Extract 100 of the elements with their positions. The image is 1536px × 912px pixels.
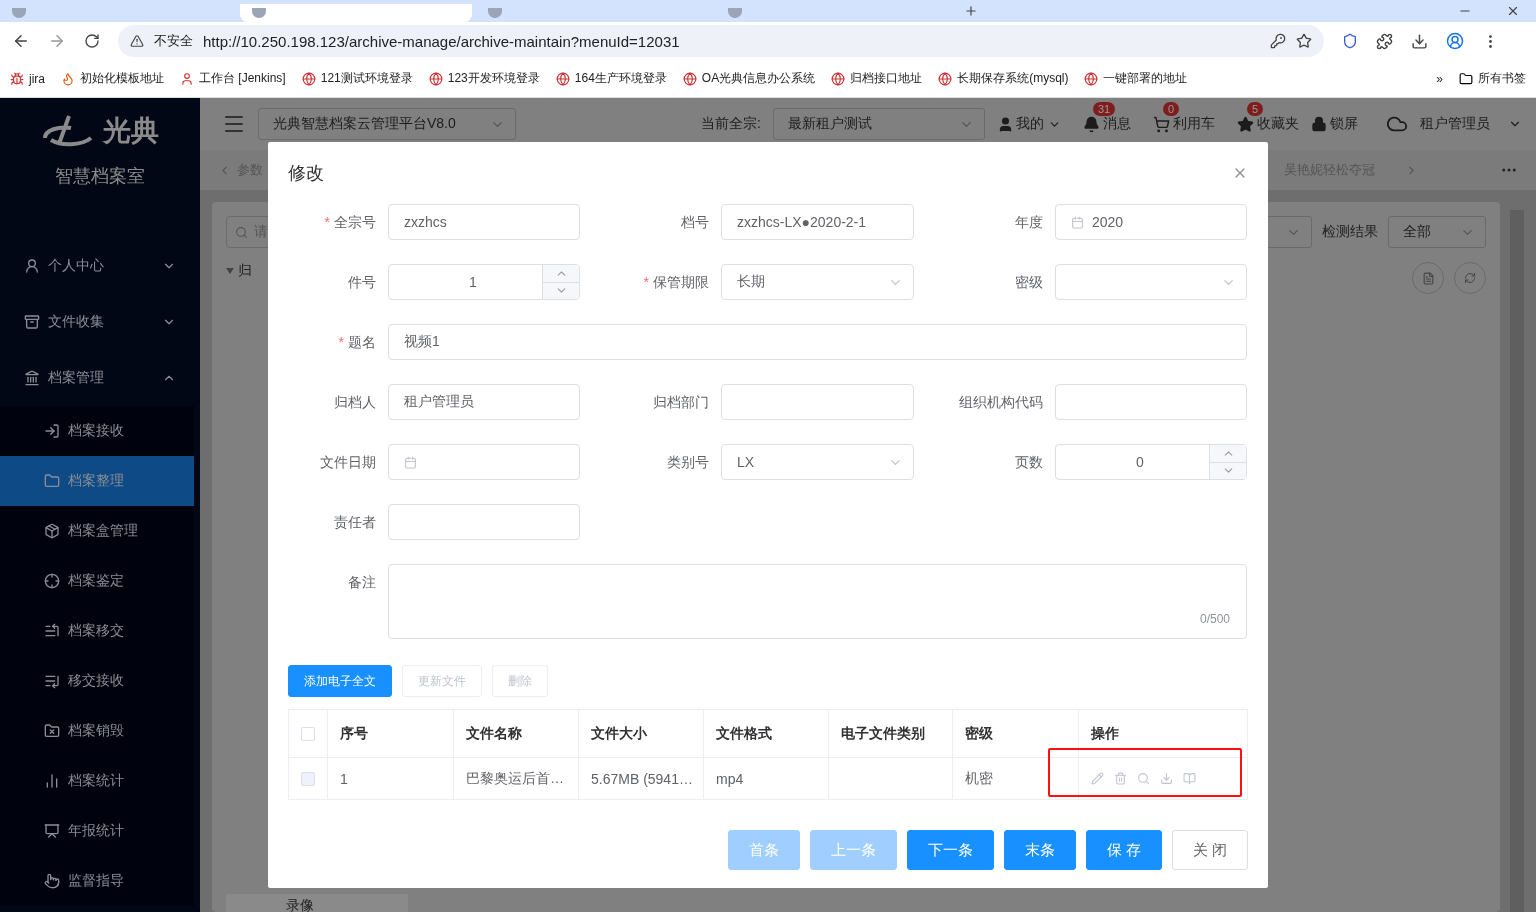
bell-icon[interactable] <box>1083 115 1100 133</box>
bookmark[interactable]: 归档接口地址 <box>850 70 923 87</box>
checkbox[interactable] <box>301 726 315 741</box>
bug-icon[interactable] <box>10 71 24 86</box>
globe-icon[interactable] <box>831 71 846 86</box>
bookmark[interactable]: 123开发环境登录 <box>447 70 540 87</box>
sidebar-subitem[interactable]: 档案统计 <box>0 756 194 806</box>
number-field[interactable]: 1 <box>388 264 580 300</box>
tab-favicon-icon[interactable] <box>252 8 266 18</box>
globe-icon[interactable] <box>682 71 697 86</box>
filter-select[interactable]: 全部 <box>1388 216 1486 248</box>
new-tab-icon[interactable] <box>964 4 978 18</box>
column-header: 序号 <box>327 710 453 757</box>
star-icon[interactable] <box>1237 115 1254 133</box>
forward-icon[interactable] <box>48 32 66 50</box>
tab-favicon-icon[interactable] <box>728 8 742 18</box>
back-icon[interactable] <box>12 32 30 50</box>
insecure-label[interactable]: 不安全 <box>154 32 193 50</box>
download-icon[interactable] <box>1411 32 1428 50</box>
key-icon[interactable] <box>1270 33 1286 49</box>
all-bookmarks[interactable]: 所有书签 <box>1478 70 1526 87</box>
date-field[interactable] <box>388 444 580 480</box>
close-icon[interactable] <box>1506 4 1520 18</box>
globe-icon[interactable] <box>555 71 570 86</box>
caret-icon[interactable] <box>226 268 234 274</box>
sidebar-subitem[interactable]: 档案鉴定 <box>0 556 194 606</box>
logo: 光典 <box>41 112 159 150</box>
extension-icon[interactable] <box>1342 33 1358 49</box>
login-icon <box>44 423 60 439</box>
sidebar-item[interactable]: 文件收集 <box>0 294 200 350</box>
bookmark[interactable]: 一键部署的地址 <box>1103 70 1188 87</box>
field-label: 归档人 <box>333 393 377 412</box>
bookmark[interactable]: OA光典信息办公系统 <box>701 70 816 87</box>
bookmark[interactable]: 长期保存系统(mysql) <box>957 70 1069 87</box>
notice-link[interactable]: 消息 <box>1103 115 1131 133</box>
field-label: 件号 <box>347 273 377 292</box>
account-menu[interactable]: 租户管理员 <box>1420 115 1490 133</box>
box-icon <box>44 523 60 539</box>
globe-icon[interactable] <box>938 71 953 86</box>
sidebar-subitem[interactable]: 档案接收 <box>0 406 194 456</box>
sidebar-subitem[interactable]: 监督指导 <box>0 856 194 906</box>
column-header: 操作 <box>1078 710 1246 757</box>
platform-select[interactable]: 光典智慧档案云管理平台V8.0 <box>258 108 516 140</box>
input-field[interactable] <box>388 504 580 540</box>
refresh-icon <box>1464 272 1476 284</box>
folder-icon[interactable] <box>1459 71 1473 86</box>
field-label: 页数 <box>1014 453 1044 472</box>
lock-link[interactable]: 锁屏 <box>1330 115 1358 133</box>
bookmark[interactable]: 工作台 [Jenkins] <box>199 70 286 87</box>
input-field[interactable] <box>721 384 914 420</box>
table-cell: mp4 <box>703 758 828 799</box>
tree-node[interactable]: 归 <box>238 262 252 280</box>
sidebar-subitem[interactable]: 档案销毁 <box>0 706 194 756</box>
sidebar-item[interactable]: 个人中心 <box>0 238 200 294</box>
bookmark[interactable]: jira <box>29 71 45 86</box>
user-icon[interactable] <box>997 115 1014 133</box>
globe-icon[interactable] <box>301 71 316 86</box>
sidebar-subitem[interactable]: 移交接收 <box>0 656 194 706</box>
date-field[interactable]: 2020 <box>1055 204 1247 240</box>
reload-icon[interactable] <box>84 33 100 49</box>
folder-icon <box>44 473 60 489</box>
field-label: * 全宗号 <box>323 213 377 232</box>
input-field[interactable]: zxzhcs-LX●2020-2-1 <box>721 204 914 240</box>
input-field[interactable]: 视频1 <box>388 324 1247 360</box>
address-bar[interactable]: 不安全 http://10.250.198.123/archive-manage/archive-maintain?menuId=12031 <box>118 25 1324 57</box>
flame-icon[interactable] <box>61 71 75 86</box>
bookmark[interactable]: 121测试环境登录 <box>320 70 413 87</box>
sidebar-subitem[interactable]: 档案移交 <box>0 606 194 656</box>
select-field[interactable]: 长期 <box>721 264 914 300</box>
count-badge: 31 <box>1093 102 1116 116</box>
sidebar-subitem[interactable]: 年报统计 <box>0 806 194 856</box>
user-icon[interactable] <box>180 71 194 86</box>
more-bookmarks[interactable]: » <box>1436 71 1443 86</box>
lock-icon[interactable] <box>1311 116 1327 132</box>
avatar-icon[interactable] <box>1446 32 1464 50</box>
sidebar-subitem[interactable]: 档案盒管理 <box>0 506 194 556</box>
bookmark[interactable]: 164生产环境登录 <box>574 70 667 87</box>
globe-icon[interactable] <box>428 71 443 86</box>
list-item[interactable]: 录像 <box>226 894 408 912</box>
tab-favicon-icon[interactable] <box>12 8 26 18</box>
input-field[interactable] <box>1055 384 1247 420</box>
tab-favicon-icon[interactable] <box>488 8 502 18</box>
sidebar-item[interactable]: 档案管理 <box>0 350 200 406</box>
cart-icon[interactable] <box>1153 115 1170 133</box>
notice-link[interactable]: 利用车 <box>1173 115 1215 133</box>
folder-x-icon <box>44 723 60 739</box>
warning-icon[interactable] <box>130 34 144 48</box>
input-field[interactable]: zxzhcs <box>388 204 580 240</box>
input-field[interactable]: 租户管理员 <box>388 384 580 420</box>
select-field[interactable]: LX <box>721 444 914 480</box>
bookmark[interactable]: 初始化模板地址 <box>80 70 164 87</box>
mine-menu[interactable]: 我的 <box>1016 115 1044 133</box>
number-field[interactable]: 0 <box>1055 444 1247 480</box>
globe-icon[interactable] <box>1084 71 1099 86</box>
nav-button[interactable]: 关 闭 <box>1171 830 1248 870</box>
table-cell: 机密 <box>952 758 1078 799</box>
star-icon[interactable] <box>1296 33 1312 49</box>
puzzle-icon[interactable] <box>1376 32 1393 50</box>
fonds-select[interactable]: 最新租户测试 <box>773 108 985 140</box>
notice-link[interactable]: 收藏夹 <box>1257 115 1299 133</box>
